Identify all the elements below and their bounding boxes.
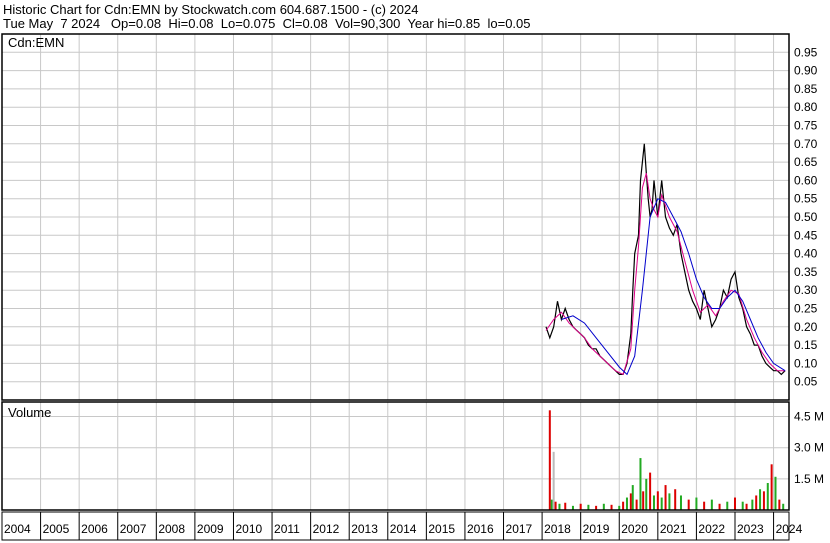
price-series-line [545,143,786,376]
volume-bar [652,495,655,510]
volume-bar [664,485,667,510]
year-axis: 2004 2005 2006 2007 2008 2009 2010 2011 2012 2013… [1,512,803,540]
volume-bar [550,499,553,510]
volume-bar [622,501,625,510]
volume-bar [726,501,729,510]
price-tick-label: 0.70 [794,137,818,151]
year-tick-label: 2018 [544,522,571,536]
volume-bar [552,451,555,510]
volume-bar [687,499,690,510]
year-tick-label: 2006 [81,522,108,536]
volume-bar [660,497,663,510]
volume-grid [1,402,789,510]
price-tick-label: 0.75 [794,119,818,133]
price-panel-title: Cdn:EMN [8,35,64,50]
volume-bar [548,410,551,510]
price-tick-label: 0.40 [794,247,818,261]
volume-bar [718,503,721,510]
volume-bar [755,495,758,510]
volume-bar [710,499,713,510]
volume-bar [703,501,706,510]
volume-bar [579,503,582,510]
year-tick-label: 2022 [698,522,725,536]
price-axis: 0.95 0.90 0.85 0.80 0.75 0.70 0.65 0.60 0.55 0.50… [794,45,818,388]
volume-panel-title: Volume [8,405,51,420]
price-tick-label: 0.85 [794,82,818,96]
volume-bar [587,504,590,510]
volume-bar [564,502,567,510]
volume-bar [782,503,785,510]
price-tick-label: 0.55 [794,192,818,206]
volume-bar [554,501,557,510]
year-tick-label: 2008 [158,522,185,536]
price-tick-label: 0.35 [794,265,818,279]
price-tick-label: 0.65 [794,155,818,169]
volume-bar [751,499,754,510]
volume-bar [645,478,648,510]
volume-bar [778,499,781,510]
volume-bar [762,491,765,510]
volume-bar [679,495,682,510]
stock-chart: 2004 2005 2006 2007 2008 2009 2010 2011 2012 2013… [1,33,824,541]
year-tick-label: 2009 [197,522,224,536]
price-tick-label: 0.10 [794,356,818,370]
volume-tick-label: 4.5 M [794,410,824,424]
volume-bar [656,491,659,510]
year-tick-label: 2013 [351,522,378,536]
price-tick-label: 0.25 [794,302,818,316]
price-lines [545,143,786,376]
volume-bar [674,489,677,510]
year-tick-label: 2019 [583,522,610,536]
year-tick-label: 2010 [235,522,262,536]
volume-bar [602,503,605,510]
volume-panel-frame [1,401,790,511]
volume-bar [695,497,698,510]
volume-bar [631,485,634,510]
volume-bar [629,493,632,510]
volume-tick-label: 1.5 M [794,472,824,486]
year-tick-label: 2023 [737,522,764,536]
year-tick-label: 2021 [660,522,687,536]
volume-bars [548,410,785,510]
year-tick-label: 2016 [467,522,494,536]
price-tick-label: 0.50 [794,210,818,224]
price-tick-label: 0.60 [794,173,818,187]
price-tick-label: 0.95 [794,45,818,59]
volume-tick-label: 3.0 M [794,441,824,455]
volume-bar [770,464,773,510]
volume-bar [774,476,777,510]
volume-bar [745,503,748,510]
price-tick-label: 0.05 [794,375,818,389]
price-tick-label: 0.15 [794,338,818,352]
year-tick-label: 2005 [43,522,70,536]
price-tick-label: 0.45 [794,228,818,242]
year-tick-label: 2004 [4,522,31,536]
volume-bar [642,491,645,510]
year-tick-label: 2015 [428,522,455,536]
volume-bar [766,483,769,510]
volume-axis: 4.5 M 3.0 M 1.5 M [794,410,824,486]
year-tick-label: 2020 [621,522,648,536]
price-tick-label: 0.80 [794,100,818,114]
volume-bar [625,497,628,510]
price-tick-label: 0.90 [794,64,818,78]
volume-bar [635,499,638,510]
price-grid [1,34,789,400]
year-tick-label: 2014 [390,522,417,536]
year-tick-label: 2017 [506,522,533,536]
year-tick-label: 2011 [274,522,300,536]
volume-bar [733,497,736,510]
volume-bar [759,489,762,510]
volume-bar [668,493,671,510]
year-tick-label: 2007 [120,522,147,536]
volume-bar [639,458,642,510]
volume-bar [610,504,613,510]
year-tick-label: 2012 [313,522,340,536]
volume-bar [649,472,652,510]
volume-bar [558,503,561,510]
volume-bar [741,501,744,510]
price-tick-label: 0.30 [794,283,818,297]
price-tick-label: 0.20 [794,320,818,334]
